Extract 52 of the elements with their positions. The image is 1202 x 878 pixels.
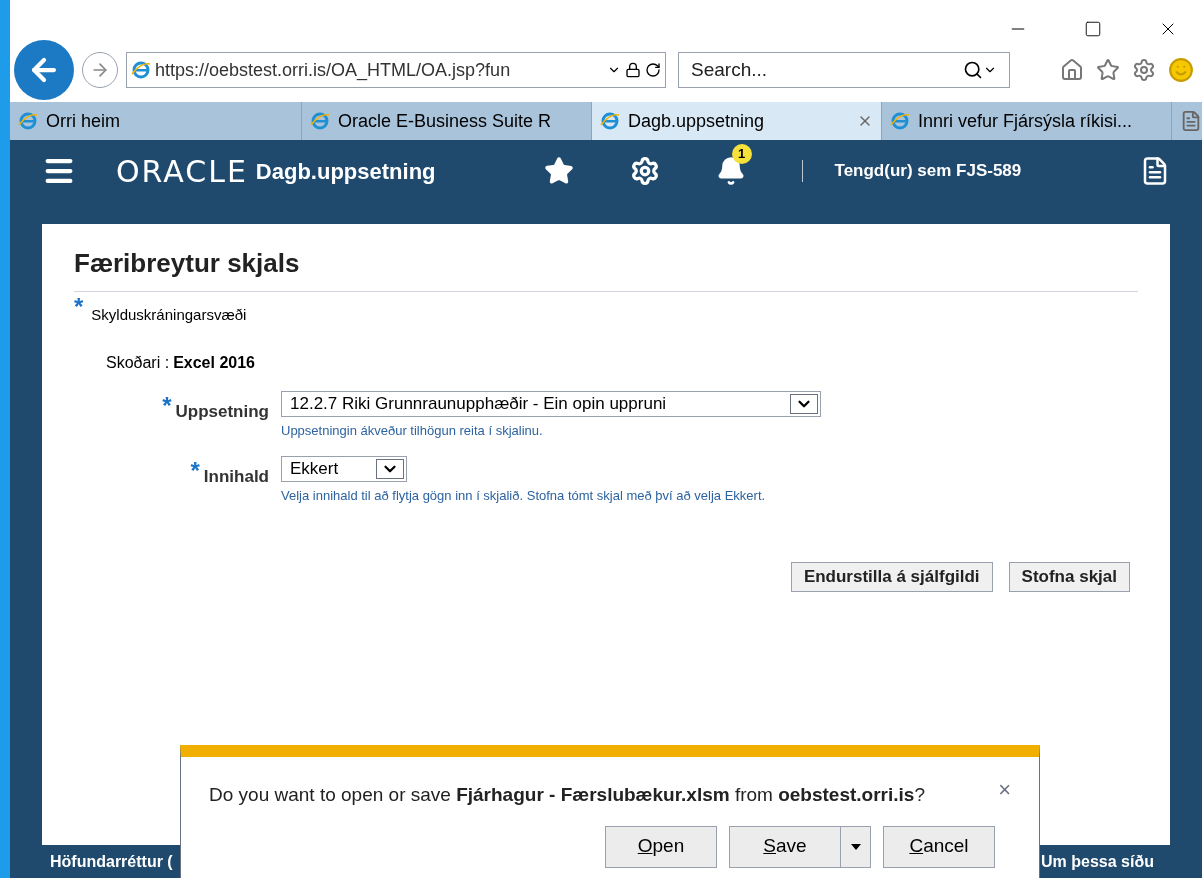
download-action-button[interactable]: Cancel [883,825,995,868]
browser-e-icon [310,111,330,131]
notification-badge: 1 [731,144,752,164]
field-hint: Uppsetningin ákveður tilhögun reita í skjalinu. [281,421,544,440]
back-button[interactable] [14,40,74,100]
page-title: Færibreytur skjals [74,244,1138,292]
maximize-icon[interactable] [1084,20,1102,38]
select-field[interactable]: 12.2.7 Riki Grunnraunupphæðir - Ein opin uppruni [281,390,821,417]
select-field[interactable]: Ekkert [281,456,407,482]
download-action-button[interactable]: Open [605,825,717,868]
field-hint: Velja innihald til að flytja gögn inn í skjalið. Stofna tómt skjal með því að velja Ekkert. [281,487,766,505]
action-button[interactable]: Endurstilla á sjálfgildi [790,561,993,592]
dropdown-icon[interactable] [376,459,404,479]
required-note: Skylduskráningarsvæði [91,305,247,325]
user-label: Tengd(ur) sem FJS-589 [834,160,1022,183]
browser-e-icon [600,111,620,131]
caret-icon [850,843,861,850]
copyright-link[interactable]: Höfundarréttur ( [50,849,173,874]
search-input[interactable]: Search... [691,55,963,85]
oracle-logo: ORACLE [116,152,248,191]
viewer-label: Skoðari : [106,352,170,373]
search-field[interactable]: Search... [678,52,1010,88]
app-title: Dagb.uppsetning [255,157,436,186]
required-marker: * [190,460,200,482]
close-bar-button[interactable]: × [998,773,1011,806]
browser-e-icon [131,60,151,80]
dropdown-icon[interactable] [790,393,818,414]
action-button[interactable]: Stofna skjal [1008,561,1130,592]
lock-icon [625,62,641,78]
star-icon[interactable] [1096,58,1120,82]
download-action-button[interactable]: Save [729,825,841,868]
browser-tab[interactable]: Dagb.uppsetning [592,102,882,140]
download-message: Do you want to open or save Fjárhagur - Færslubækur.xlsm from oebstest.orri.is? [209,783,926,807]
home-icon[interactable] [1060,58,1084,82]
new-tab-icon[interactable] [1180,110,1202,132]
settings-icon[interactable] [1132,58,1156,82]
about-page-link[interactable]: Um þessa síðu [1041,849,1154,874]
required-marker: * [74,296,84,318]
field-label: Innihald [203,466,269,488]
browser-e-icon [18,111,38,131]
refresh-icon[interactable] [645,62,661,78]
url-text: https://oebstest.orri.is/OA_HTML/OA.jsp?fun [155,58,512,83]
browser-e-icon [890,111,910,131]
search-icon[interactable] [963,60,983,80]
save-options-button[interactable] [841,825,871,868]
field-label: Uppsetning [175,400,269,423]
favorites-icon[interactable] [543,156,574,186]
viewer-value: Excel 2016 [173,352,255,373]
settings-icon[interactable] [629,156,660,186]
smiley-icon[interactable] [1168,57,1194,83]
address-field[interactable]: https://oebstest.orri.is/OA_HTML/OA.jsp?fun [126,52,666,88]
required-marker: * [162,394,172,417]
